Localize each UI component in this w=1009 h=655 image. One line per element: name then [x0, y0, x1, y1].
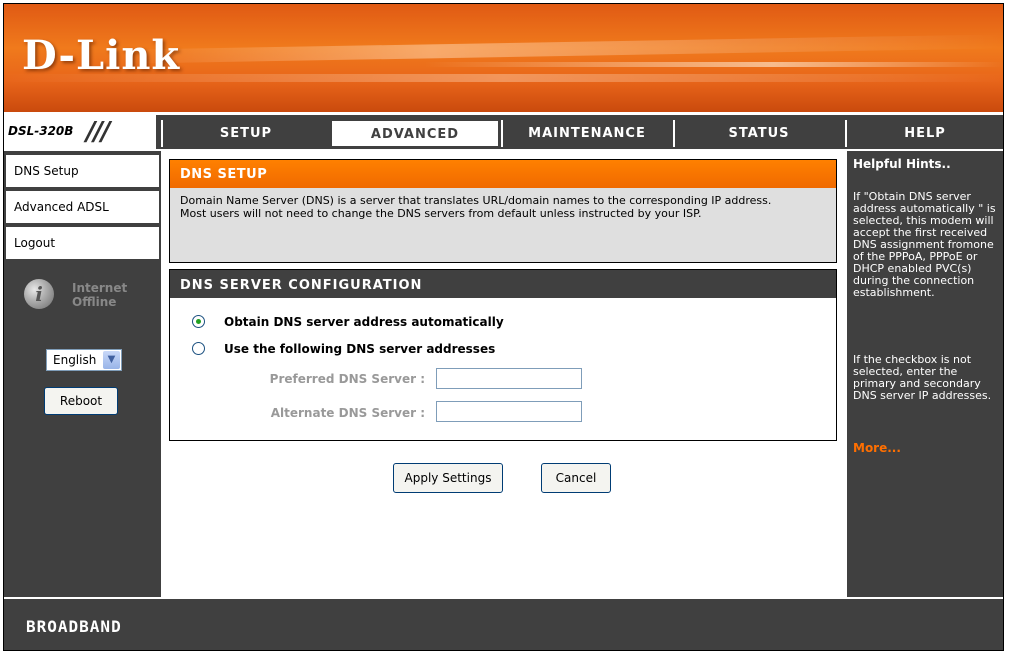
- model-name: DSL-320B: [8, 124, 74, 138]
- internet-status: i Internet Offline: [16, 279, 156, 323]
- dns-setup-section: DNS SETUP Domain Name Server (DNS) is a …: [169, 159, 837, 263]
- model-slashes-icon: ///: [86, 117, 110, 147]
- sidebar-item-advanced-adsl[interactable]: Advanced ADSL: [6, 191, 159, 224]
- dns-description-line2: Most users will not need to change the D…: [180, 207, 702, 220]
- dlink-logo: D-Link: [22, 32, 181, 79]
- language-select[interactable]: English ▼: [46, 349, 122, 371]
- language-value: English: [53, 353, 97, 367]
- status-line-offline: Offline: [72, 295, 117, 309]
- tab-status[interactable]: STATUS: [673, 120, 843, 147]
- status-line-internet: Internet: [72, 281, 128, 295]
- radio-obtain-auto[interactable]: [192, 315, 205, 328]
- help-paragraph-2: If the checkbox is not selected, enter t…: [853, 353, 992, 402]
- preferred-dns-input[interactable]: [436, 368, 582, 389]
- radio-use-following[interactable]: [192, 342, 205, 355]
- header-banner: D-Link: [4, 4, 1003, 114]
- option-auto-label: Obtain DNS server address automatically: [224, 315, 504, 329]
- alternate-dns-input[interactable]: [436, 401, 582, 422]
- apply-settings-button[interactable]: Apply Settings: [393, 463, 503, 493]
- alternate-dns-label: Alternate DNS Server :: [270, 406, 425, 420]
- help-panel: Helpful Hints.. If "Obtain DNS server ad…: [847, 151, 1003, 597]
- option-manual-label: Use the following DNS server addresses: [224, 342, 496, 356]
- footer-brand: BROADBAND: [26, 617, 122, 636]
- reboot-button[interactable]: Reboot: [44, 387, 118, 415]
- preferred-dns-label: Preferred DNS Server :: [269, 372, 425, 386]
- dns-config-section: DNS SERVER CONFIGURATION Obtain DNS serv…: [169, 269, 837, 441]
- sidebar-item-dns-setup[interactable]: DNS Setup: [6, 155, 159, 188]
- footer: BROADBAND: [4, 597, 1003, 650]
- tab-advanced[interactable]: ADVANCED: [331, 120, 499, 147]
- router-admin-page: D-Link DSL-320B /// SETUP ADVANCED MAINT…: [3, 3, 1004, 651]
- chevron-down-icon[interactable]: ▼: [103, 351, 120, 369]
- tab-setup[interactable]: SETUP: [161, 120, 329, 147]
- top-nav: DSL-320B /// SETUP ADVANCED MAINTENANCE …: [4, 115, 1003, 149]
- sidebar-item-logout[interactable]: Logout: [6, 227, 159, 260]
- left-sidebar: DNS Setup Advanced ADSL Logout i Interne…: [4, 151, 161, 597]
- main-content: DNS SETUP Domain Name Server (DNS) is a …: [161, 151, 845, 597]
- tab-maintenance[interactable]: MAINTENANCE: [501, 120, 671, 147]
- help-title: Helpful Hints..: [853, 157, 951, 171]
- help-paragraph-1: If "Obtain DNS server address automatica…: [853, 190, 996, 299]
- dns-setup-title: DNS SETUP: [170, 160, 836, 188]
- help-more-link[interactable]: More...: [853, 441, 901, 455]
- model-badge: DSL-320B ///: [4, 115, 159, 149]
- cancel-button[interactable]: Cancel: [541, 463, 611, 493]
- dns-description-line1: Domain Name Server (DNS) is a server tha…: [180, 194, 772, 207]
- dns-config-title: DNS SERVER CONFIGURATION: [170, 270, 836, 298]
- tab-help[interactable]: HELP: [845, 120, 1003, 147]
- internet-status-icon: i: [24, 279, 54, 309]
